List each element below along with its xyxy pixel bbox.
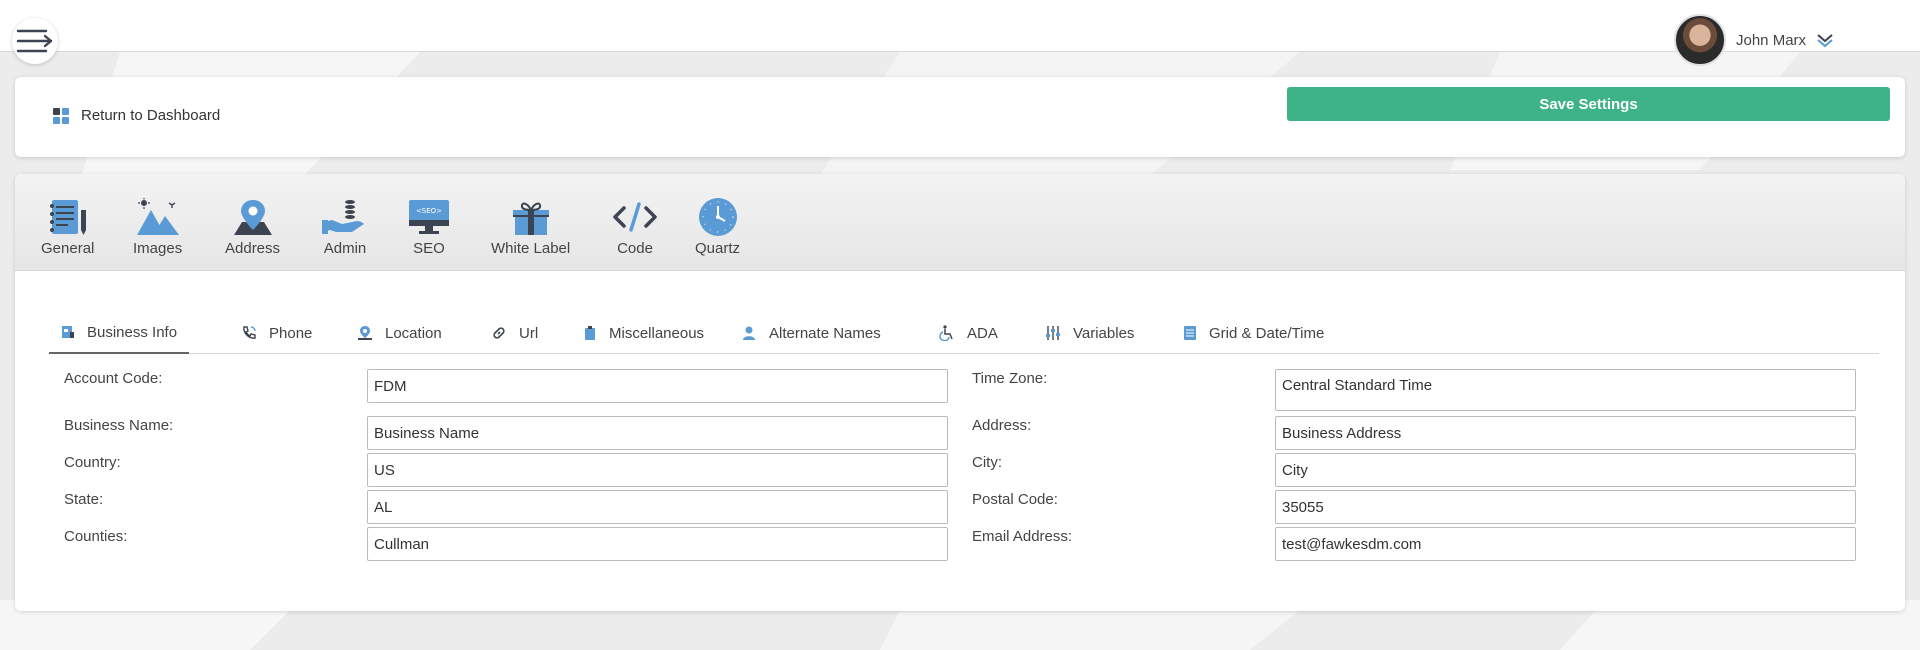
time-zone-label: Time Zone: — [972, 370, 1048, 387]
svg-text:<SEO>: <SEO> — [416, 207, 442, 215]
section-code[interactable]: Code — [612, 198, 658, 257]
tab-miscellaneous[interactable]: Miscellaneous — [583, 312, 704, 354]
top-bar — [0, 0, 1920, 52]
business-name-input[interactable] — [367, 416, 948, 450]
hand-coins-icon — [322, 200, 364, 234]
calendar-grid-icon — [1184, 326, 1196, 340]
section-label: SEO — [413, 240, 445, 257]
tab-variables[interactable]: Variables — [1045, 312, 1134, 354]
wheelchair-icon — [939, 325, 953, 341]
tab-ada[interactable]: ADA — [939, 312, 998, 354]
phone-icon — [243, 326, 256, 339]
section-label: Address — [225, 240, 281, 257]
section-label: White Label — [491, 240, 571, 257]
return-to-dashboard-link[interactable]: Return to Dashboard — [53, 107, 220, 124]
counties-label: Counties: — [64, 528, 128, 545]
tab-grid-date-time[interactable]: Grid & Date/Time — [1183, 312, 1324, 354]
code-icon — [613, 202, 657, 232]
account-code-label: Account Code: — [64, 370, 163, 387]
section-label: Quartz — [695, 240, 741, 257]
state-input[interactable] — [367, 490, 948, 524]
map-pin-icon — [233, 200, 272, 235]
avatar — [1674, 14, 1726, 66]
section-general[interactable]: General — [41, 198, 94, 257]
tab-phone[interactable]: Phone — [241, 312, 312, 354]
top-actions-card: Return to Dashboard Save Settings — [15, 77, 1905, 157]
section-label: Code — [617, 240, 653, 257]
city-input[interactable] — [1275, 453, 1856, 487]
tab-alternate-names[interactable]: Alternate Names — [741, 312, 881, 354]
mountain-image-icon — [136, 198, 179, 235]
return-label: Return to Dashboard — [81, 107, 221, 124]
business-card-icon — [62, 326, 74, 338]
dashboard-icon — [53, 107, 69, 124]
clipboard-icon — [585, 326, 595, 340]
tab-business-info[interactable]: Business Info — [49, 312, 190, 354]
clock-icon — [698, 198, 737, 236]
country-label: Country: — [64, 454, 121, 471]
counties-input[interactable] — [367, 527, 948, 561]
settings-card: General Images Address Admin <SEO> SEO W… — [15, 174, 1905, 611]
user-name: John Marx — [1736, 31, 1807, 49]
gift-icon — [512, 202, 549, 235]
tab-label: Variables — [1073, 324, 1135, 342]
tab-label: Grid & Date/Time — [1209, 324, 1325, 342]
user-menu[interactable]: John Marx — [1674, 14, 1834, 66]
postal-code-label: Postal Code: — [972, 491, 1058, 508]
chevron-down-icon — [1817, 34, 1833, 48]
section-label: Images — [133, 240, 183, 257]
postal-code-input[interactable] — [1275, 490, 1856, 524]
seo-monitor-icon: <SEO> — [409, 200, 449, 234]
menu-arrow-icon — [16, 29, 53, 53]
state-label: State: — [64, 491, 104, 508]
account-code-input[interactable] — [367, 369, 948, 403]
section-address[interactable]: Address — [225, 198, 280, 257]
section-white-label[interactable]: White Label — [491, 198, 570, 257]
email-address-label: Email Address: — [972, 528, 1073, 545]
tab-location[interactable]: Location — [357, 312, 442, 354]
tab-label: Business Info — [87, 323, 178, 341]
address-input[interactable] — [1275, 416, 1856, 450]
section-quartz[interactable]: Quartz — [695, 198, 740, 257]
city-label: City: — [972, 454, 1002, 471]
section-images[interactable]: Images — [133, 198, 182, 257]
tab-label: Url — [519, 324, 539, 342]
save-settings-button[interactable]: Save Settings — [1287, 87, 1890, 121]
tab-label: Location — [385, 324, 442, 342]
tab-label: Alternate Names — [769, 324, 881, 342]
location-pin-icon — [358, 326, 372, 340]
country-input[interactable] — [367, 453, 948, 487]
sliders-icon — [1046, 326, 1060, 340]
section-label: Admin — [323, 240, 367, 257]
tab-label: Miscellaneous — [609, 324, 705, 342]
notebook-icon — [49, 200, 86, 235]
section-admin[interactable]: Admin — [322, 198, 368, 257]
tab-label: Phone — [269, 324, 313, 342]
address-label: Address: — [972, 417, 1032, 434]
business-name-label: Business Name: — [64, 417, 174, 434]
settings-tabs: Business Info Phone Location Url Miscell… — [49, 312, 1879, 354]
section-seo[interactable]: <SEO> SEO — [407, 198, 451, 257]
section-label: General — [41, 240, 95, 257]
menu-toggle-button[interactable] — [12, 18, 58, 64]
settings-icon-bar: General Images Address Admin <SEO> SEO W… — [15, 174, 1905, 271]
tab-url[interactable]: Url — [491, 312, 538, 354]
person-icon — [743, 326, 755, 340]
email-address-input[interactable] — [1275, 527, 1856, 561]
link-icon — [493, 327, 505, 339]
time-zone-select[interactable] — [1275, 369, 1856, 411]
tab-label: ADA — [967, 324, 998, 342]
